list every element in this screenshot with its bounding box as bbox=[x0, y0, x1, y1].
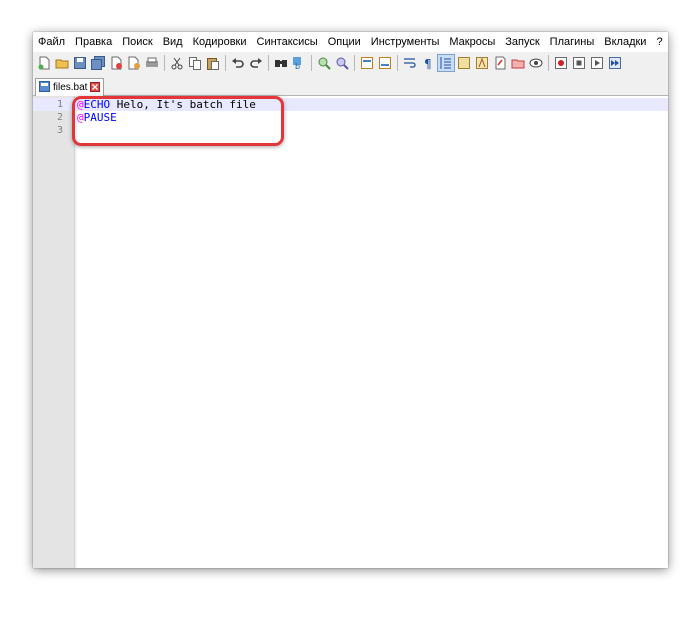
function-list-icon[interactable] bbox=[474, 55, 490, 71]
toolbar: b ¶ bbox=[33, 52, 668, 74]
zoom-out-icon[interactable] bbox=[334, 55, 350, 71]
open-file-icon[interactable] bbox=[54, 55, 70, 71]
menu-search[interactable]: Поиск bbox=[122, 36, 152, 48]
play-macro-icon[interactable] bbox=[589, 55, 605, 71]
zoom-in-icon[interactable] bbox=[316, 55, 332, 71]
sync-horizontal-icon[interactable] bbox=[377, 55, 393, 71]
run-macro-multiple-icon[interactable] bbox=[607, 55, 623, 71]
tab-files-bat[interactable]: files.bat bbox=[35, 78, 105, 97]
sync-vertical-icon[interactable] bbox=[359, 55, 375, 71]
toolbar-separator bbox=[354, 55, 355, 71]
line-number: 2 bbox=[56, 112, 63, 123]
paste-icon[interactable] bbox=[205, 55, 221, 71]
svg-text:¶: ¶ bbox=[424, 57, 432, 70]
menu-file[interactable]: Файл bbox=[38, 36, 65, 48]
highlight-annotation bbox=[72, 96, 284, 146]
copy-icon[interactable] bbox=[187, 55, 203, 71]
document-icon bbox=[39, 79, 50, 97]
menu-plugins[interactable]: Плагины bbox=[550, 36, 595, 48]
save-icon[interactable] bbox=[72, 55, 88, 71]
menu-macro[interactable]: Макросы bbox=[449, 36, 495, 48]
tab-bar: files.bat bbox=[33, 76, 668, 96]
record-macro-icon[interactable] bbox=[553, 55, 569, 71]
menu-tools[interactable]: Инструменты bbox=[371, 36, 440, 48]
toolbar-separator bbox=[225, 55, 226, 71]
folder-workspace-icon[interactable] bbox=[510, 55, 526, 71]
tab-label: files.bat bbox=[53, 82, 88, 93]
word-wrap-icon[interactable] bbox=[402, 55, 418, 71]
menu-run[interactable]: Запуск bbox=[505, 36, 539, 48]
show-all-chars-icon[interactable]: ¶ bbox=[420, 55, 436, 71]
toolbar-separator bbox=[164, 55, 165, 71]
indent-guide-icon[interactable] bbox=[437, 54, 455, 72]
cut-icon[interactable] bbox=[169, 55, 185, 71]
editor-area[interactable]: 1 @ECHO Helo, It's batch file 2 @PAUSE 3 bbox=[33, 96, 668, 568]
undo-icon[interactable] bbox=[230, 55, 246, 71]
line-number: 3 bbox=[56, 125, 63, 136]
redo-icon[interactable] bbox=[248, 55, 264, 71]
menu-edit[interactable]: Правка bbox=[75, 36, 112, 48]
new-file-icon[interactable] bbox=[36, 55, 52, 71]
menu-encoding[interactable]: Кодировки bbox=[193, 36, 247, 48]
close-all-icon[interactable] bbox=[126, 55, 142, 71]
menu-language[interactable]: Синтаксисы bbox=[257, 36, 318, 48]
menu-bar: Файл Правка Поиск Вид Кодировки Синтакси… bbox=[33, 32, 668, 52]
user-defined-lang-icon[interactable] bbox=[456, 55, 472, 71]
toolbar-separator bbox=[268, 55, 269, 71]
print-icon[interactable] bbox=[144, 55, 160, 71]
toolbar-separator bbox=[397, 55, 398, 71]
menu-settings[interactable]: Опции bbox=[328, 36, 361, 48]
doc-map-icon[interactable] bbox=[492, 55, 508, 71]
monitor-icon[interactable] bbox=[528, 55, 544, 71]
save-all-icon[interactable] bbox=[90, 55, 106, 71]
replace-icon[interactable]: b bbox=[291, 55, 307, 71]
menu-window[interactable]: Вкладки bbox=[604, 36, 646, 48]
svg-text:b: b bbox=[295, 62, 300, 70]
menu-help[interactable]: ? bbox=[656, 36, 662, 48]
close-file-icon[interactable] bbox=[108, 55, 124, 71]
toolbar-separator bbox=[548, 55, 549, 71]
find-icon[interactable] bbox=[273, 55, 289, 71]
line-number: 1 bbox=[56, 99, 63, 110]
menu-view[interactable]: Вид bbox=[163, 36, 183, 48]
fold-margin bbox=[75, 96, 77, 568]
stop-record-icon[interactable] bbox=[571, 55, 587, 71]
line-number-gutter bbox=[33, 96, 75, 568]
close-icon[interactable] bbox=[90, 79, 101, 97]
toolbar-separator bbox=[311, 55, 312, 71]
